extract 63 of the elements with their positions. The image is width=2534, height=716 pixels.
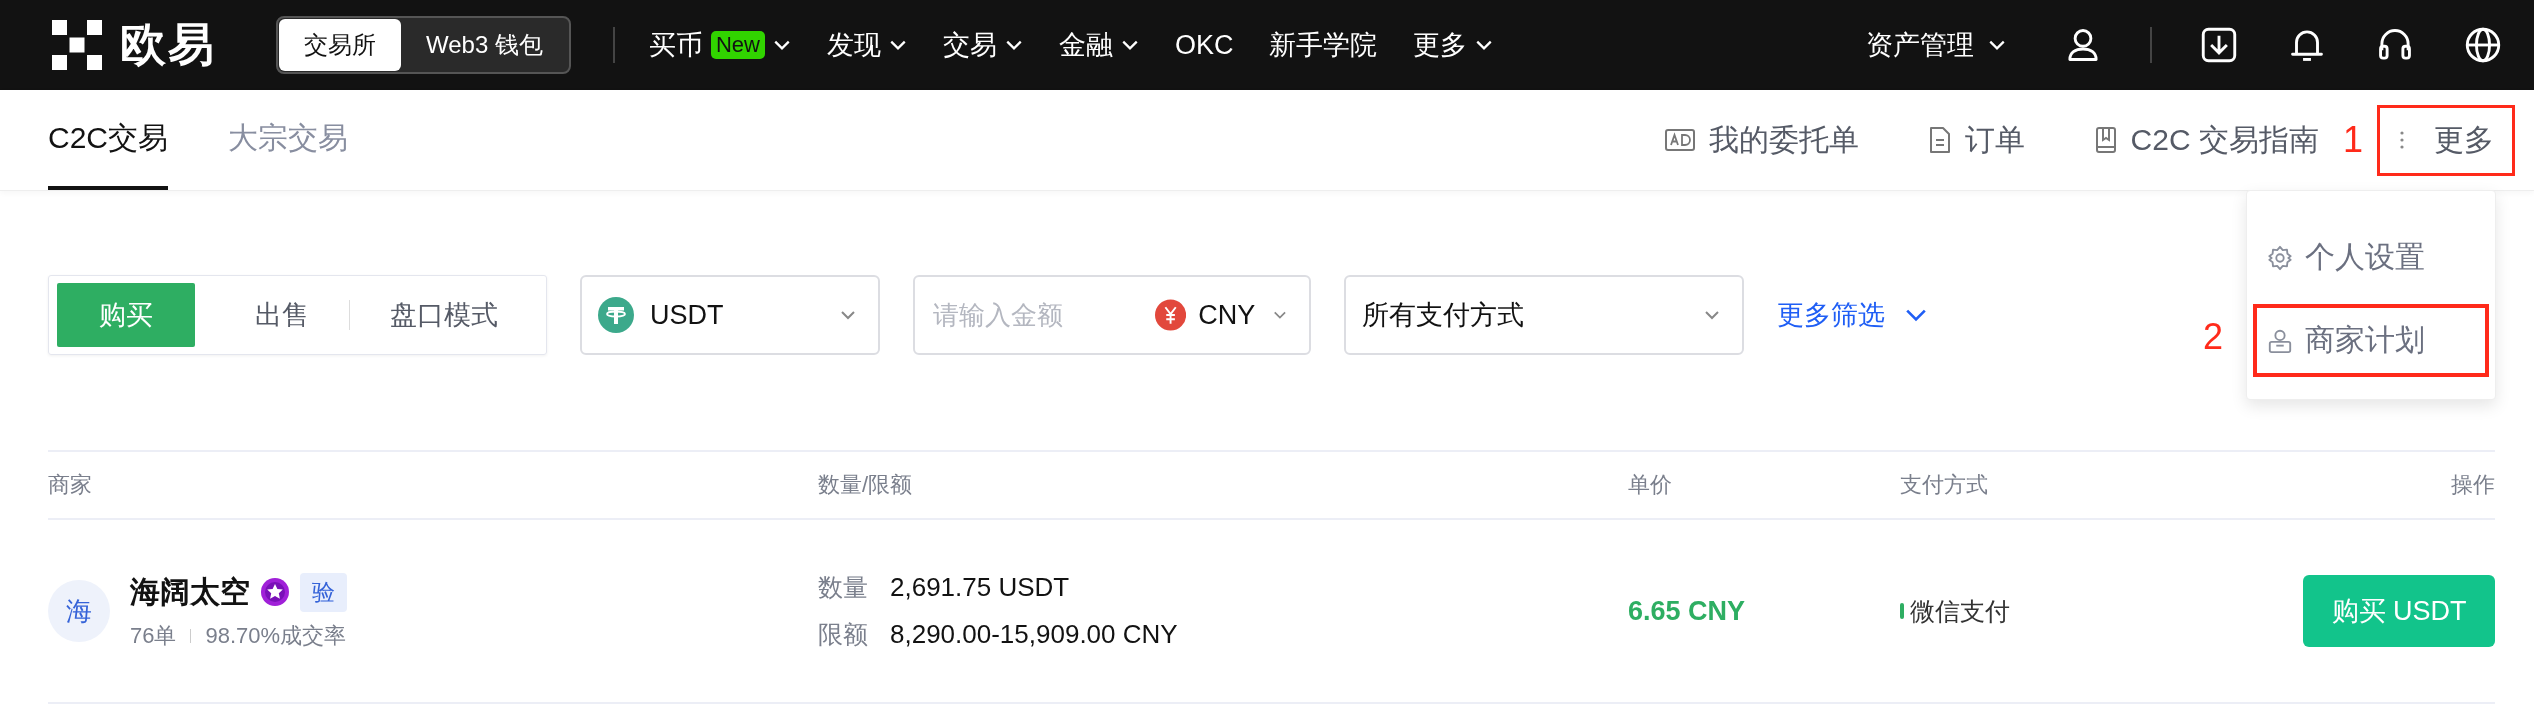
caret-icon[interactable] [1475,39,1494,51]
verified-badge: 验 [300,572,347,612]
column-header: 单价 [1628,471,1673,499]
column-header: 操作 [2451,471,2495,499]
coin-select[interactable]: USDT [580,275,880,355]
mode-tab[interactable]: 交易所 [279,19,401,71]
menu-item[interactable]: 商家计划 [2253,304,2489,377]
currency-label[interactable]: CNY [1198,299,1256,331]
caret-icon[interactable] [1120,39,1139,51]
nav-link[interactable]: 交易 [942,27,997,63]
side-tab[interactable]: 出售 [215,283,349,347]
limit-label: 限额 [818,619,868,650]
annotation-number: 2 [2203,316,2224,358]
more-button[interactable]: 更多 [2377,104,2515,176]
quantity-value: 2,691.75 USDT [890,572,1070,603]
limit-value: 8,290.00-15,909.00 CNY [890,619,1178,650]
chevron-icon [840,310,856,320]
caret-icon[interactable] [772,39,791,51]
nav-link[interactable]: 发现 [826,27,881,63]
caret-icon[interactable] [1988,39,2006,51]
quantity-label: 数量 [818,572,868,603]
column-header: 支付方式 [1900,471,1989,499]
nav-link[interactable]: 订单 [1964,119,2025,161]
merchant-icon [2267,327,2293,354]
nav-link[interactable]: OKC [1174,29,1234,61]
chevron-icon[interactable] [1273,310,1287,320]
logo-icon[interactable] [52,20,102,70]
chevron-icon [1905,308,1927,322]
column-header: 数量/限额 [818,471,914,499]
settings-icon [2267,244,2293,271]
menu-item[interactable]: 个人设置 [2253,221,2489,294]
annotation-number: 1 [2342,119,2363,161]
side-tab[interactable]: 盘口模式 [350,283,538,347]
ad-icon[interactable] [1664,129,1695,151]
chevron-icon [1704,310,1720,320]
mode-tab[interactable]: Web3 钱包 [401,19,568,71]
nav-link[interactable]: C2C 交易指南 [2130,119,2319,161]
caret-icon[interactable] [888,39,907,51]
nav-link[interactable]: 金融 [1058,27,1113,63]
nav-link[interactable]: 我的委托单 [1708,119,1859,161]
book-icon[interactable] [2094,126,2117,154]
dots-icon [2400,130,2404,150]
logo-text[interactable]: 欧易 [120,14,216,76]
payment-method: 微信支付 [1910,595,2010,627]
completion-rate: 98.70%成交率 [205,621,347,650]
merchant-name[interactable]: 海阔太空 [130,571,250,613]
document-icon[interactable] [1928,126,1951,154]
page-tab[interactable]: C2C交易 [48,90,168,190]
tether-icon [598,297,634,333]
payment-select[interactable]: 所有支付方式 [1344,275,1744,355]
order-count: 76单 [130,621,177,650]
price: 6.65 CNY [1628,595,1747,627]
column-header: 商家 [48,471,93,499]
nav-link[interactable]: 新手学院 [1269,27,1378,63]
nav-link[interactable]: 买币 [648,27,703,63]
nav-link[interactable]: 更多 [1413,27,1468,63]
asset-menu[interactable]: 资产管理 [1866,27,1974,63]
yuan-icon [1155,297,1187,333]
new-badge: New [710,31,765,59]
more-filters-link[interactable]: 更多筛选 [1777,297,1927,333]
avatar: 海 [48,580,110,642]
amount-field[interactable]: 请输入金额 CNY [913,275,1311,355]
caret-icon[interactable] [1004,39,1023,51]
